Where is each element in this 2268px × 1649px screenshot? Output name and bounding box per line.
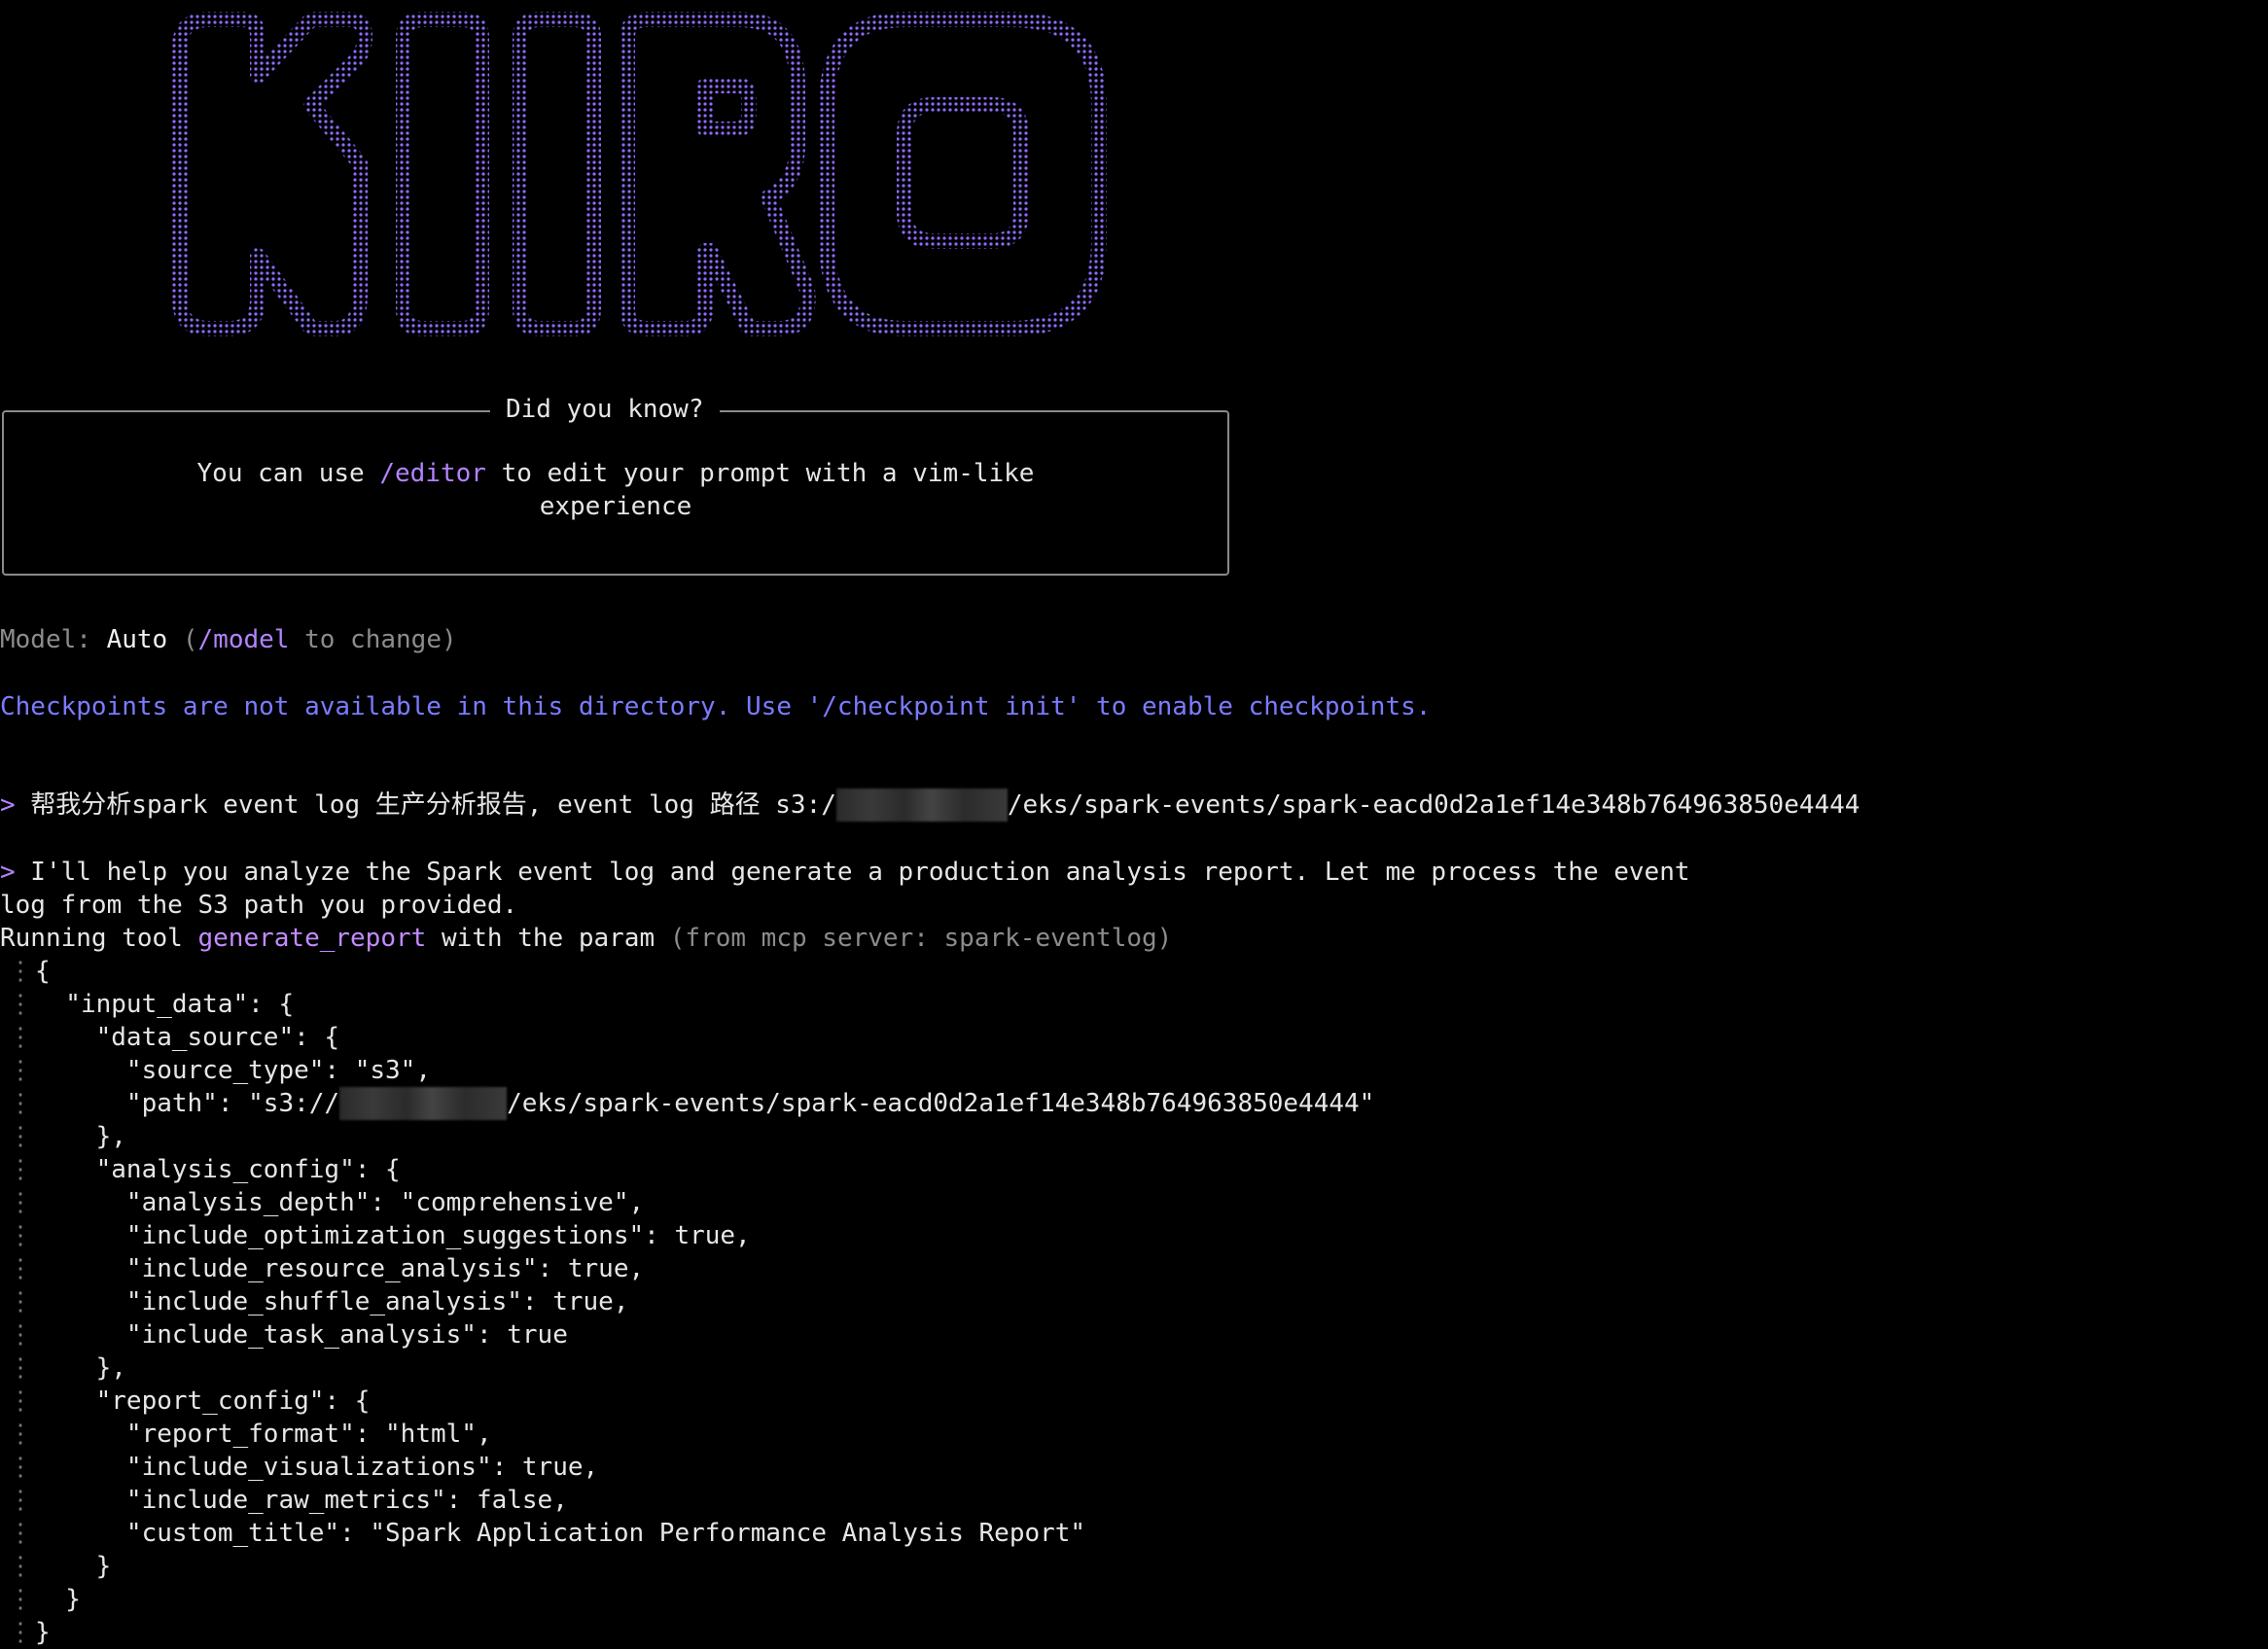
code-line-text: "include_resource_analysis": true, (35, 1254, 645, 1283)
model-command: /model (197, 625, 290, 654)
code-gutter: ⋮ (8, 1155, 33, 1184)
code-gutter: ⋮ (8, 1386, 33, 1416)
user-prompt-path: /eks/spark-events/spark-eacd0d2a1ef14e34… (1007, 790, 1860, 820)
model-paren: ( (167, 625, 198, 654)
code-line: }, (35, 1120, 126, 1153)
code-gutter: ⋮ (8, 990, 33, 1019)
tip-text-suffix: to edit your prompt with a vim-like (485, 459, 1035, 488)
code-line-text: "include_task_analysis": true (35, 1320, 568, 1350)
code-line-text: "include_visualizations": true, (35, 1453, 599, 1482)
code-line-text: "analysis_config": { (35, 1155, 401, 1184)
tip-box: Did you know? You can use /editor to edi… (2, 393, 1229, 576)
code-gutter: ⋮ (8, 1353, 33, 1383)
kiro-logo (172, 12, 1107, 336)
code-line: "source_type": "s3", (35, 1054, 431, 1087)
code-line-text: "include_raw_metrics": false, (35, 1486, 568, 1515)
code-gutter: ⋮ (8, 1122, 33, 1151)
code-gutter: ⋮ (8, 1585, 33, 1614)
code-line: "include_resource_analysis": true, (35, 1252, 644, 1285)
code-line: "data_source": { (35, 1021, 339, 1054)
code-line-text: "input_data": { (35, 990, 295, 1019)
code-line: "include_visualizations": true, (35, 1451, 598, 1484)
code-line-text: } (35, 1552, 112, 1581)
code-line: } (35, 1550, 112, 1583)
code-gutter: ⋮ (8, 957, 33, 986)
assistant-text-1: I'll help you analyze the Spark event lo… (15, 858, 1690, 887)
tool-name: generate_report (197, 924, 427, 953)
code-line: "path": "s3:// /eks/spark-events/spark-ea… (35, 1087, 1374, 1120)
code-line: "include_optimization_suggestions": true… (35, 1219, 751, 1252)
assistant-line-1: > I'll help you analyze the Spark event … (0, 856, 1690, 889)
code-gutter: ⋮ (8, 1618, 33, 1647)
code-line-text: "include_shuffle_analysis": true, (35, 1287, 629, 1316)
code-gutter: ⋮ (8, 1420, 33, 1449)
code-line-text: "data_source": { (35, 1023, 340, 1052)
code-line: "input_data": { (35, 988, 294, 1021)
code-line-text: "report_config": { (35, 1386, 371, 1416)
user-prompt-line: > 帮我分析spark event log 生产分析报告, event log … (0, 789, 1860, 822)
editor-command: /editor (379, 459, 486, 488)
redacted-bucket (339, 1087, 508, 1120)
assistant-line-2: log from the S3 path you provided. (0, 891, 518, 920)
code-line-text: { (35, 957, 51, 986)
code-line: "report_format": "html", (35, 1418, 492, 1451)
code-line-text: "source_type": "s3", (35, 1056, 431, 1085)
code-gutter: ⋮ (8, 1254, 33, 1283)
code-line: } (35, 1616, 51, 1649)
checkpoint-notice: Checkpoints are not available in this di… (0, 692, 1432, 721)
tip-text-line2: experience (539, 492, 692, 521)
code-line: "analysis_config": { (35, 1153, 401, 1186)
tool-source: (from mcp server: spark-eventlog) (669, 924, 1173, 953)
code-line-text: "path": "s3:// (35, 1089, 340, 1118)
code-line-text: }, (35, 1353, 126, 1383)
tool-run-line: Running tool generate_report with the pa… (0, 922, 1172, 955)
code-gutter: ⋮ (8, 1287, 33, 1316)
code-gutter: ⋮ (8, 1453, 33, 1482)
code-line: "include_raw_metrics": false, (35, 1484, 568, 1517)
code-line-text: "include_optimization_suggestions": true… (35, 1221, 751, 1250)
code-line: "include_shuffle_analysis": true, (35, 1285, 629, 1318)
tip-body: You can use /editor to edit your prompt … (4, 457, 1227, 523)
tool-middle: with the param (426, 924, 670, 953)
code-line: "report_config": { (35, 1385, 371, 1418)
redacted-bucket (835, 789, 1008, 822)
code-gutter: ⋮ (8, 1188, 33, 1217)
code-line-text: "analysis_depth": "comprehensive", (35, 1188, 645, 1217)
code-gutter: ⋮ (8, 1519, 33, 1548)
code-line: "include_task_analysis": true (35, 1318, 568, 1351)
code-line: } (35, 1583, 81, 1616)
code-gutter: ⋮ (8, 1221, 33, 1250)
code-line-text: "custom_title": "Spark Application Perfo… (35, 1519, 1086, 1548)
code-gutter: ⋮ (8, 1089, 33, 1118)
code-gutter: ⋮ (8, 1056, 33, 1085)
tip-title: Did you know? (490, 393, 720, 426)
model-line: Model: Auto (/model to change) (0, 623, 457, 656)
code-line: "custom_title": "Spark Application Perfo… (35, 1517, 1085, 1550)
code-gutter: ⋮ (8, 1552, 33, 1581)
code-gutter: ⋮ (8, 1023, 33, 1052)
code-line: "analysis_depth": "comprehensive", (35, 1186, 644, 1219)
code-path-suffix: /eks/spark-events/spark-eacd0d2a1ef14e34… (507, 1089, 1375, 1118)
code-gutter: ⋮ (8, 1486, 33, 1515)
model-label: Model: (0, 625, 107, 654)
tool-prefix: Running tool (0, 924, 198, 953)
user-prompt-arrow: > (0, 790, 16, 820)
model-hint: to change) (289, 625, 457, 654)
tip-text-prefix: You can use (196, 459, 380, 488)
code-line-text: } (35, 1585, 81, 1614)
code-line: }, (35, 1351, 126, 1385)
code-gutter: ⋮ (8, 1320, 33, 1350)
code-line-text: }, (35, 1122, 126, 1151)
assistant-arrow: > (0, 858, 16, 887)
code-line: { (35, 955, 51, 988)
model-value: Auto (106, 625, 168, 654)
code-line-text: "report_format": "html", (35, 1420, 492, 1449)
user-prompt-text: 帮我分析spark event log 生产分析报告, event log 路径… (15, 790, 836, 820)
